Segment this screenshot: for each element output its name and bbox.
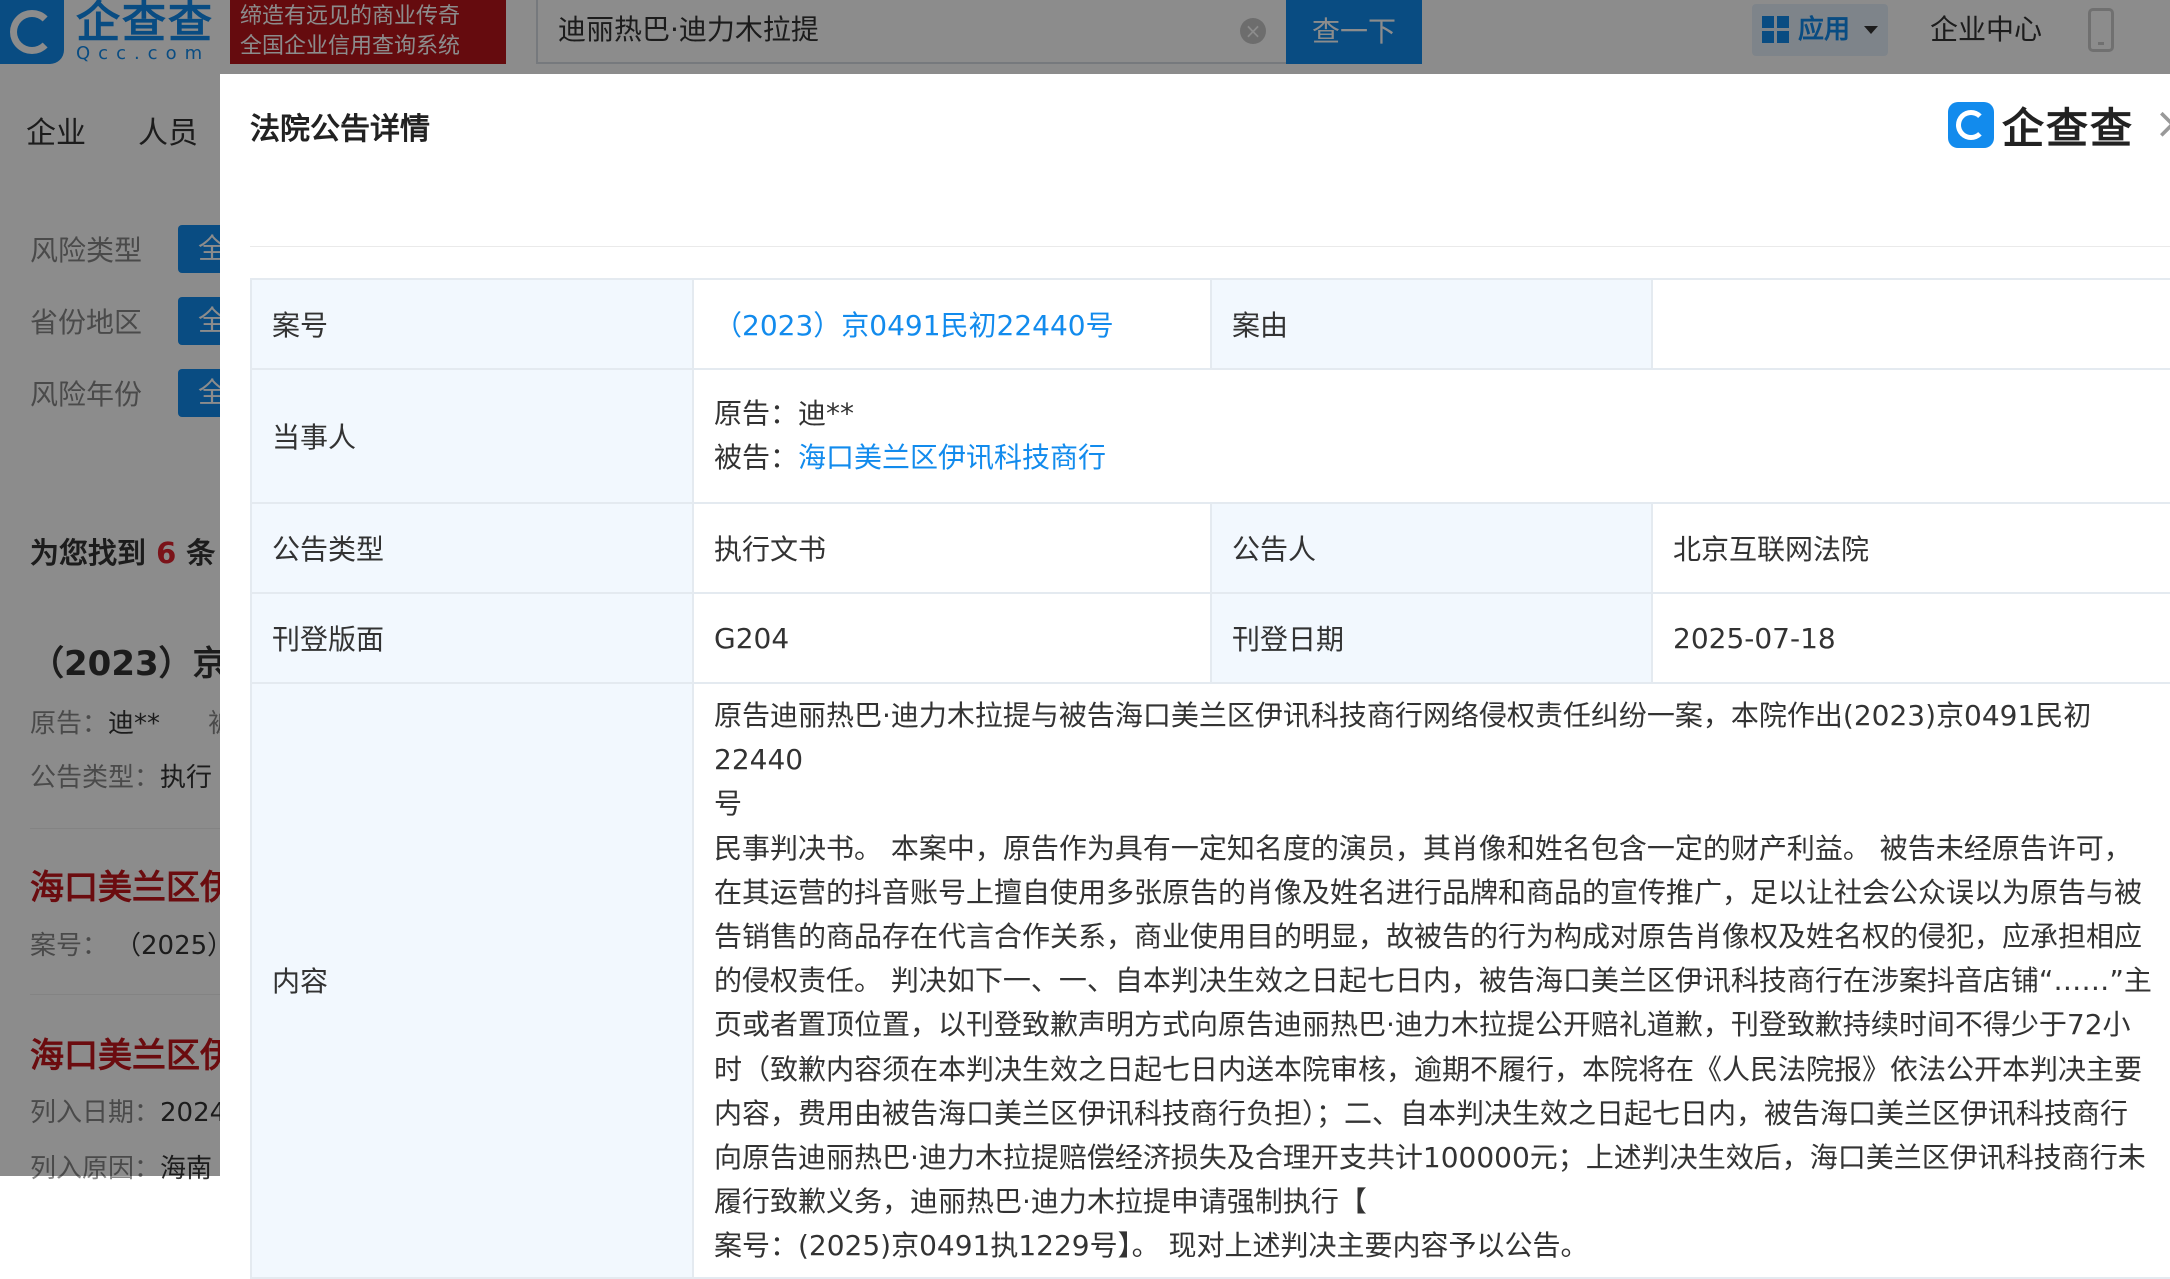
field-label: 当事人 — [250, 368, 694, 504]
modal-logo: 企查查 — [1948, 100, 2134, 153]
field-label: 内容 — [250, 682, 694, 1279]
table-row: 刊登版面 G204 刊登日期 2025-07-18 — [250, 592, 2170, 684]
field-value — [1651, 278, 2170, 370]
content-line: 内容，费用由被告海口美兰区伊讯科技商行负担）；二、自本判决生效之日起七日内，被告… — [714, 1096, 2129, 1130]
field-label: 案由 — [1210, 278, 1653, 370]
field-label: 案号 — [250, 278, 694, 370]
field-value: 2025-07-18 — [1651, 592, 2170, 684]
content-line: 时（致歉内容须在本判决生效之日起七日内送本院审核，逾期不履行，本院将在《人民法院… — [714, 1052, 2143, 1086]
field-label: 刊登日期 — [1210, 592, 1653, 684]
field-value: G204 — [692, 592, 1212, 684]
content-line: 号 — [714, 787, 743, 821]
defendant-link[interactable]: 海口美兰区伊讯科技商行 — [798, 441, 1106, 474]
plaintiff-name: 迪** — [798, 397, 855, 430]
logo-icon — [1948, 102, 1994, 148]
table-row: 案号 （2023）京0491民初22440号 案由 — [250, 278, 2170, 370]
content-line: 页或者置顶位置，以刊登致歉声明方式向原告迪丽热巴·迪力木拉提公开赔礼道歉，刊登致… — [714, 1008, 2131, 1042]
field-label: 刊登版面 — [250, 592, 694, 684]
field-value: 北京互联网法院 — [1651, 502, 2170, 594]
field-label: 公告人 — [1210, 502, 1653, 594]
content-line: 告销售的商品存在代言合作关系，商业使用目的明显，故被告的行为构成对原告肖像权及姓… — [714, 920, 2143, 954]
table-row: 内容 原告迪丽热巴·迪力木拉提与被告海口美兰区伊讯科技商行网络侵权责任纠纷一案，… — [250, 682, 2170, 1279]
logo-text: 企查查 — [2002, 103, 2135, 153]
notice-detail-table: 案号 （2023）京0491民初22440号 案由 当事人 原告：迪** 被告：… — [250, 278, 2170, 1279]
close-icon[interactable]: × — [2154, 102, 2170, 146]
field-label: 公告类型 — [250, 502, 694, 594]
content-cell: 原告迪丽热巴·迪力木拉提与被告海口美兰区伊讯科技商行网络侵权责任纠纷一案，本院作… — [692, 682, 2170, 1279]
content-line: 向原告迪丽热巴·迪力木拉提赔偿经济损失及合理开支共计100000元；上述判决生效… — [714, 1141, 2146, 1175]
parties-cell: 原告：迪** 被告：海口美兰区伊讯科技商行 — [692, 368, 2170, 504]
content-line: 履行致歉义务，迪丽热巴·迪力木拉提申请强制执行【 — [714, 1185, 1367, 1219]
content-line: 案号：(2025)京0491执1229号】。 现对上述判决主要内容予以公告。 — [714, 1229, 1589, 1263]
divider — [250, 246, 2170, 247]
modal-title: 法院公告详情 — [250, 112, 430, 147]
table-row: 当事人 原告：迪** 被告：海口美兰区伊讯科技商行 — [250, 368, 2170, 504]
content-line: 民事判决书。 本案中，原告作为具有一定知名度的演员，其肖像和姓名包含一定的财产利… — [714, 831, 2132, 865]
content-line: 的侵权责任。 判决如下一、一、自本判决生效之日起七日内，被告海口美兰区伊讯科技商… — [714, 964, 2152, 998]
content-line: 在其运营的抖音账号上擅自使用多张原告的肖像及姓名进行品牌和商品的宣传推广，足以让… — [714, 875, 2143, 909]
court-notice-modal: 法院公告详情 企查查 × 案号 （2023）京0491民初22440号 案由 当… — [220, 74, 2170, 1279]
party-role: 原告： — [714, 397, 799, 430]
defendant-line: 被告：海口美兰区伊讯科技商行 — [714, 436, 2170, 480]
field-value: 执行文书 — [692, 502, 1212, 594]
case-number-link[interactable]: （2023）京0491民初22440号 — [692, 278, 1212, 370]
content-line: 原告迪丽热巴·迪力木拉提与被告海口美兰区伊讯科技商行网络侵权责任纠纷一案，本院作… — [714, 699, 2092, 777]
party-role: 被告： — [714, 441, 799, 474]
table-row: 公告类型 执行文书 公告人 北京互联网法院 — [250, 502, 2170, 594]
plaintiff-line: 原告：迪** — [714, 392, 2170, 436]
